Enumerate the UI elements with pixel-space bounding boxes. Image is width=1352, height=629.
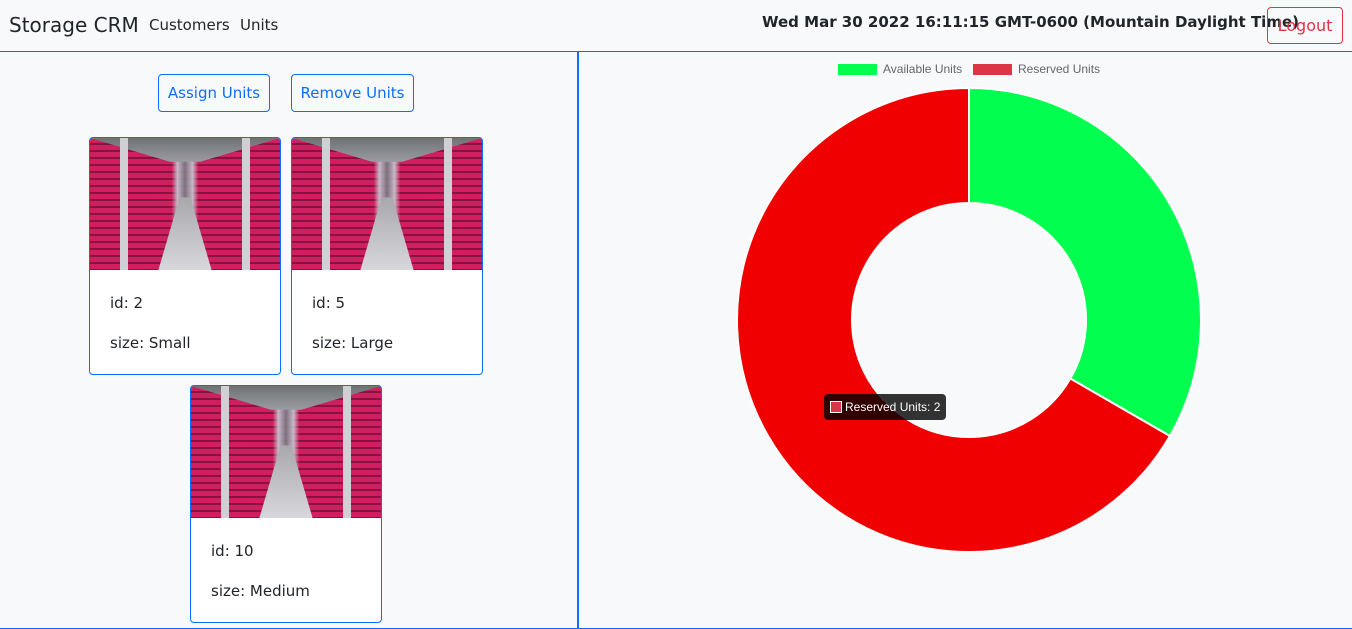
tooltip-text: Reserved Units: 2 [845,400,941,414]
unit-card[interactable]: id: 2 size: Small [89,137,281,375]
unit-card[interactable]: id: 5 size: Large [291,137,483,375]
donut-chart[interactable] [734,85,1204,555]
tooltip-swatch [830,401,842,413]
legend-label-reserved[interactable]: Reserved Units [1018,62,1100,76]
assign-units-button[interactable]: Assign Units [158,74,270,112]
nav-link-units[interactable]: Units [240,16,278,34]
donut-slice-available-units[interactable] [968,86,1202,438]
unit-id: id: 10 [211,542,254,560]
logout-button[interactable]: Logout [1267,7,1343,44]
unit-image [191,386,381,518]
unit-card[interactable]: id: 10 size: Medium [190,385,382,623]
unit-image [90,138,280,270]
remove-units-button[interactable]: Remove Units [291,74,414,112]
unit-size: size: Large [312,334,394,352]
chart-tooltip: Reserved Units: 2 [824,394,946,420]
legend-swatch-available[interactable] [838,64,877,75]
unit-image [292,138,482,270]
unit-id: id: 5 [312,294,346,312]
unit-size: size: Medium [211,582,310,600]
nav-link-customers[interactable]: Customers [149,16,230,34]
legend-swatch-reserved[interactable] [973,64,1012,75]
current-datetime: Wed Mar 30 2022 16:11:15 GMT-0600 (Mount… [762,13,1299,31]
unit-size: size: Small [110,334,191,352]
legend-label-available[interactable]: Available Units [883,62,962,76]
brand-link[interactable]: Storage CRM [9,13,139,37]
navbar: Storage CRM Customers Units Wed Mar 30 2… [0,0,1352,52]
unit-id: id: 2 [110,294,144,312]
